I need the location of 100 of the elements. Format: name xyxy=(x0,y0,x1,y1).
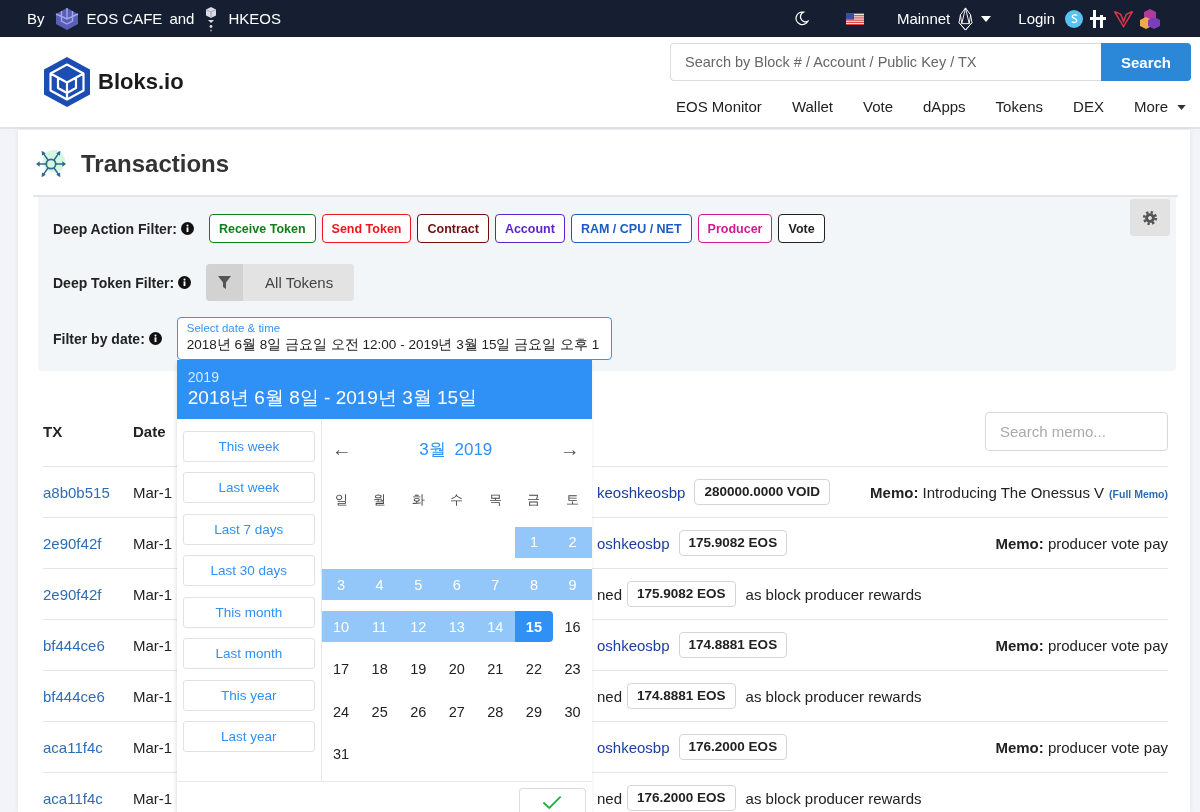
sponsor-link[interactable]: EOS CAFE xyxy=(86,10,163,27)
settings-button[interactable] xyxy=(1130,199,1170,236)
calendar-day[interactable]: 29 xyxy=(514,696,554,728)
calendar-day[interactable]: 26 xyxy=(398,696,438,728)
calendar-day[interactable]: 19 xyxy=(398,653,438,685)
cubes-icon[interactable] xyxy=(1140,7,1160,30)
tx-link[interactable]: a8b0b515 xyxy=(43,483,110,501)
circle-curve-icon[interactable] xyxy=(1065,9,1083,28)
filter-label: Filter by date: xyxy=(53,330,145,347)
brand-name[interactable]: Bloks.io xyxy=(98,69,184,95)
amount-tag: 176.2000 EOS xyxy=(678,734,788,760)
amount-tag: 174.8881 EOS xyxy=(627,683,736,709)
tx-link[interactable]: aca11f4c xyxy=(43,789,103,807)
date-text: Mar-1 xyxy=(133,789,173,807)
nav-link[interactable]: DEX xyxy=(1073,97,1104,117)
action-filter-button[interactable]: Send Token xyxy=(321,214,412,243)
info-icon[interactable] xyxy=(178,276,192,289)
calendar-day[interactable]: 31 xyxy=(321,738,361,770)
chevron-icon[interactable] xyxy=(1113,8,1134,29)
cube-logo-icon[interactable] xyxy=(43,56,91,108)
nav-link[interactable]: Wallet xyxy=(791,97,833,117)
amount-tag: 175.9082 EOS xyxy=(627,581,736,607)
action-filter-button[interactable]: Contract xyxy=(417,214,489,243)
amount-tag: 174.8881 EOS xyxy=(678,632,788,658)
weekday-label: 토 xyxy=(565,490,580,509)
action-text: ned xyxy=(597,687,623,705)
gem-icon xyxy=(958,6,974,31)
weekday-label: 일 xyxy=(333,490,349,509)
calendar-day[interactable]: 28 xyxy=(476,696,515,728)
field-value: 2018년 6월 8일 금요일 오전 12:00 - 2019년 3월 15일 금요일 오후 1 xyxy=(186,336,600,354)
filter-label: Deep Action Filter: xyxy=(53,220,177,237)
prev-month-button[interactable]: ← xyxy=(329,438,354,462)
next-month-button[interactable]: → xyxy=(557,438,582,462)
token-filter-button[interactable]: All Tokens xyxy=(206,264,355,301)
action-filter-button[interactable]: Producer xyxy=(697,214,773,243)
action-filter-button[interactable]: RAM / CPU / NET xyxy=(570,214,692,243)
calendar-day[interactable]: 22 xyxy=(514,653,554,685)
info-icon[interactable] xyxy=(180,222,194,235)
account-link[interactable]: oshkeosbp xyxy=(597,534,670,552)
tx-link[interactable]: bf444ce6 xyxy=(43,636,105,654)
sponsor-link[interactable]: HKEOS xyxy=(228,10,281,27)
calendar-day[interactable]: 20 xyxy=(437,653,477,685)
date-text: Mar-1 xyxy=(133,534,173,552)
amount-tag: 280000.0000 VOID xyxy=(694,479,830,505)
full-memo-link[interactable]: (Full Memo) xyxy=(1109,487,1168,500)
account-link[interactable]: oshkeosbp xyxy=(597,738,670,756)
calendar-day[interactable]: 25 xyxy=(360,696,399,728)
weekday-label: 수 xyxy=(449,490,465,509)
calendar-day[interactable]: 27 xyxy=(437,696,477,728)
tx-link[interactable]: aca11f4c xyxy=(43,738,103,756)
picker-range: 2018년 6월 8일 - 2019년 3월 15일 xyxy=(187,386,479,410)
search-field[interactable]: Search by Block # / Account / Public Key / TX xyxy=(670,43,1101,81)
memo-text: Memo: producer vote pay xyxy=(995,738,1168,756)
nav-link[interactable]: Tokens xyxy=(995,97,1044,117)
caret-icon xyxy=(981,15,992,22)
calendar-day[interactable]: 23 xyxy=(553,653,592,685)
page-title: Transactions xyxy=(81,150,230,178)
cubes-icon xyxy=(53,6,80,31)
moon-icon[interactable] xyxy=(793,11,809,26)
memo-search-field[interactable]: Search memo... xyxy=(985,412,1168,451)
info-icon[interactable] xyxy=(148,332,162,345)
action-filter-button[interactable]: Account xyxy=(494,214,565,243)
nav-link[interactable]: EOS Monitor xyxy=(676,97,762,117)
cube-icon xyxy=(205,5,218,32)
login-link[interactable]: Login xyxy=(1018,10,1055,27)
weekday-label: 월 xyxy=(372,490,388,509)
calendar-day[interactable]: 24 xyxy=(321,696,361,728)
nav-link[interactable]: Vote xyxy=(863,97,894,117)
search-button[interactable]: Search xyxy=(1101,43,1191,81)
check-icon xyxy=(542,795,563,810)
date-range-field[interactable]: Select date & time 2018년 6월 8일 금요일 오전 12:00 - 2019년 3월 15일 금요일 오후 1 xyxy=(176,317,612,360)
nav-link[interactable]: dApps xyxy=(923,97,966,117)
amount-tag: 176.2000 EOS xyxy=(627,785,736,811)
flag-icon[interactable] xyxy=(845,12,864,25)
calendar-day[interactable]: 21 xyxy=(476,653,515,685)
bars-icon[interactable] xyxy=(1089,8,1107,29)
calendar-day[interactable]: 17 xyxy=(321,653,361,685)
account-link[interactable]: keoshkeosbp xyxy=(597,483,686,501)
picker-year: 2019 xyxy=(187,368,220,386)
calendar-day[interactable]: 18 xyxy=(360,653,399,685)
memo-text: Memo: producer vote pay xyxy=(995,534,1168,552)
field-label: Select date & time xyxy=(186,321,281,335)
weekday-label: 목 xyxy=(487,490,503,509)
tx-link[interactable]: bf444ce6 xyxy=(43,687,105,705)
date-text: Mar-1 xyxy=(133,483,173,501)
tx-link[interactable]: 2e90f42f xyxy=(43,585,102,603)
weekday-label: 금 xyxy=(526,490,542,509)
filter-label: Deep Token Filter: xyxy=(53,274,175,291)
settings-icon xyxy=(1142,209,1158,226)
calendar-day[interactable]: 30 xyxy=(553,696,592,728)
calendar-day[interactable]: 16 xyxy=(553,611,592,643)
account-link[interactable]: oshkeosbp xyxy=(597,636,670,654)
tx-link[interactable]: 2e90f42f xyxy=(43,534,102,552)
action-filter-button[interactable]: Vote xyxy=(778,214,825,243)
network-icon xyxy=(35,148,67,180)
action-filter-button[interactable]: Receive Token xyxy=(208,214,316,243)
nav-link[interactable]: More xyxy=(1133,97,1187,117)
action-text: ned xyxy=(597,789,623,807)
network-selector[interactable]: Mainnet xyxy=(896,6,992,31)
column-header: Date xyxy=(133,423,166,440)
